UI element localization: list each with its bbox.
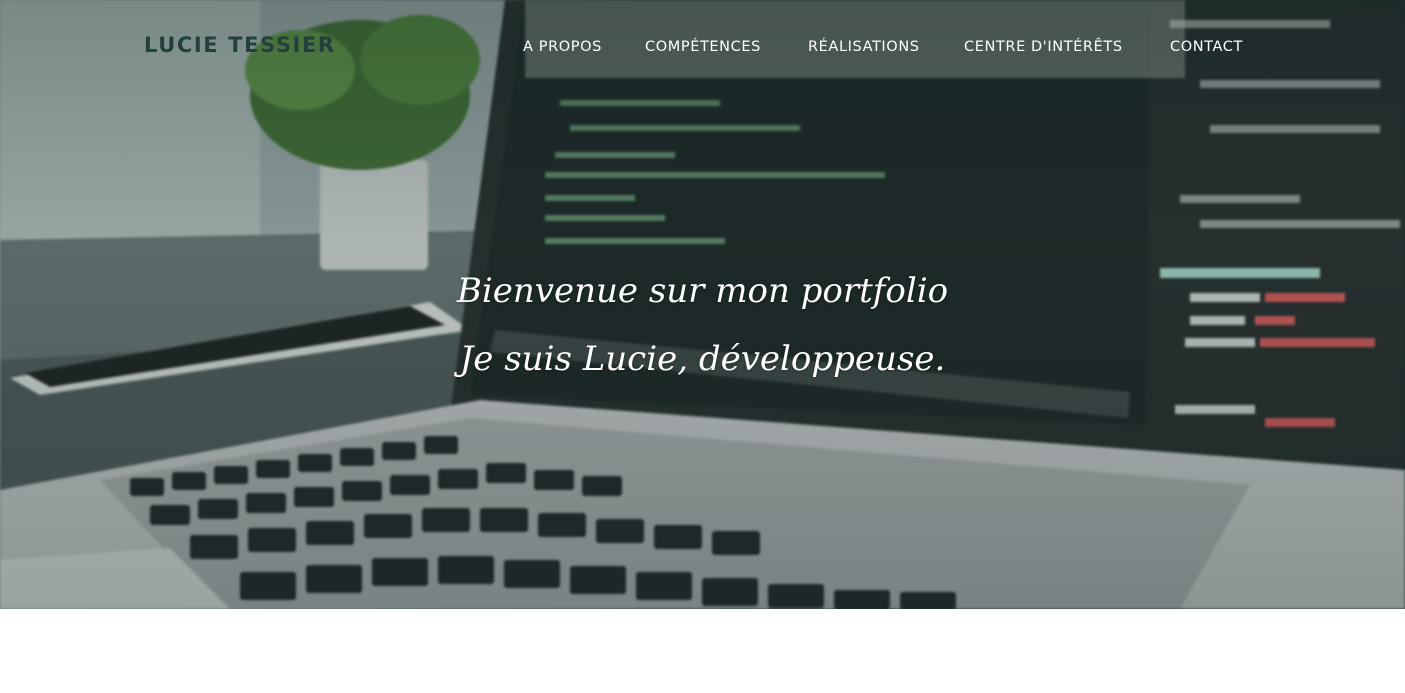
nav-item-realisations[interactable]: RÉALISATIONS <box>808 39 920 55</box>
nav-item-contact[interactable]: CONTACT <box>1170 39 1243 55</box>
hero-section: LUCIE TESSIER A PROPOS COMPÉTENCES RÉALI… <box>0 0 1405 609</box>
nav-item-a-propos[interactable]: A PROPOS <box>523 39 602 55</box>
content-area <box>0 609 1405 693</box>
nav-item-competences[interactable]: COMPÉTENCES <box>645 39 761 55</box>
site-brand[interactable]: LUCIE TESSIER <box>144 33 336 57</box>
hero-headline-line-2: Je suis Lucie, développeuse. <box>459 339 946 379</box>
nav-item-centre-d-interets[interactable]: CENTRE D'INTÉRÊTS <box>964 39 1123 55</box>
hero-headline-line-1: Bienvenue sur mon portfolio <box>456 271 949 311</box>
hero-headline: Bienvenue sur mon portfolio Je suis Luci… <box>0 257 1405 393</box>
